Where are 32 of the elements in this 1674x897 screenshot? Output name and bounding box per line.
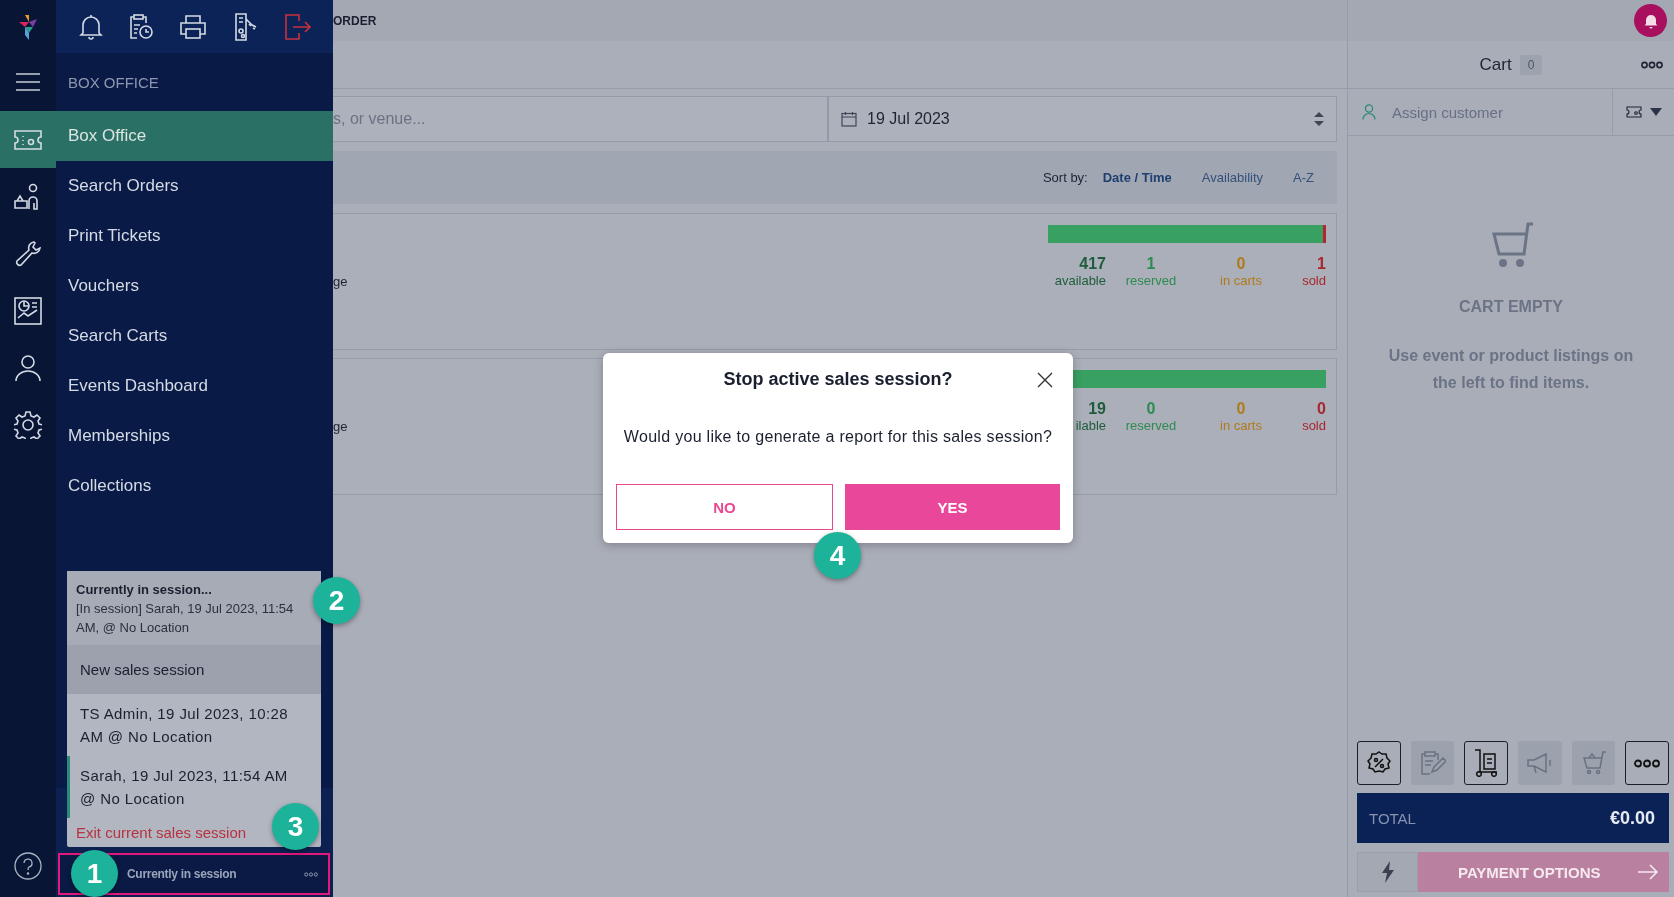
header-text: ORDER: [333, 13, 377, 28]
stat-value: 0: [1236, 399, 1246, 418]
event-text: ge: [333, 274, 348, 289]
stat-label: sold: [1302, 273, 1326, 289]
event-text: ge: [333, 419, 348, 434]
stat-value: 19: [1088, 399, 1106, 418]
stat-value: 0: [1317, 399, 1326, 418]
stat-value: 1: [1146, 254, 1156, 273]
cart-count: 0: [1519, 54, 1543, 75]
stat-label: ilable: [1075, 418, 1106, 434]
stat-label: available: [1054, 273, 1106, 289]
empty-title: CART EMPTY: [1459, 298, 1563, 316]
sort-label: Sort by:: [1042, 170, 1088, 185]
total-value: €0.00: [1609, 807, 1655, 829]
stat-label: sold: [1302, 418, 1326, 434]
dialog-title: Stop active sales session?: [723, 368, 953, 390]
menu-heading: Currently in session...: [76, 581, 213, 599]
stat-value: 0: [1146, 399, 1156, 418]
stat-label: in carts: [1220, 418, 1262, 434]
current-session-text: [In session] Sarah, 19 Jul 2023, 11:54 AM, @ No Location: [76, 600, 295, 637]
empty-text: Use event or product listings on the left to find items.: [1387, 346, 1635, 393]
step-number: 4: [814, 532, 861, 579]
stat-label: reserved: [1125, 418, 1177, 434]
cart-title: Cart: [1479, 54, 1512, 75]
stat-value: 1: [1317, 254, 1326, 273]
total-label: TOTAL: [1369, 809, 1416, 827]
dialog-message: Would you like to generate a report for this sales session?: [622, 428, 1054, 446]
drawer-heading: BOX OFFICE: [67, 72, 160, 93]
stat-label: in carts: [1220, 273, 1262, 289]
stat-value: 417: [1079, 254, 1106, 273]
stat-value: 0: [1236, 254, 1246, 273]
stat-label: reserved: [1125, 273, 1177, 289]
